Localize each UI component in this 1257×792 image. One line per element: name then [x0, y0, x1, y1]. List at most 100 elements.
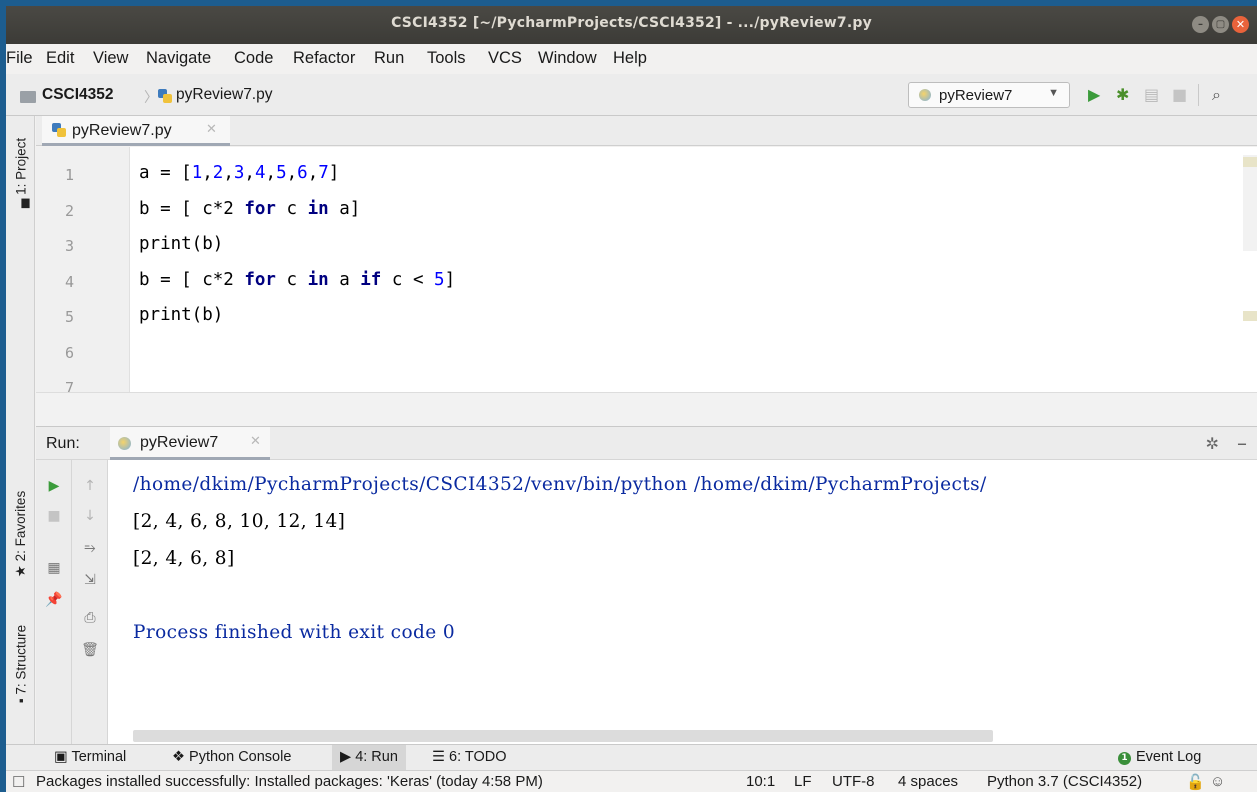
- menu-help[interactable]: Help: [613, 49, 647, 68]
- hide-panel-icon[interactable]: –: [1237, 431, 1247, 455]
- line-number: 3: [64, 237, 74, 255]
- print-icon[interactable]: ⎙: [72, 610, 108, 626]
- run-icon[interactable]: ▶: [1088, 86, 1100, 104]
- run-console[interactable]: /home/dkim/PycharmProjects/CSCI4352/venv…: [108, 460, 1257, 744]
- stop-icon[interactable]: ■: [1172, 86, 1187, 104]
- line-number: 5: [64, 308, 74, 326]
- menu-tools[interactable]: Tools: [427, 49, 466, 68]
- menu-window[interactable]: Window: [538, 49, 597, 68]
- favorites-tool-label: 2: Favorites: [12, 490, 28, 562]
- run-toolbar-primary: ▶ ■ ▦ 📌: [36, 460, 72, 744]
- project-tool-tab[interactable]: ▄ 1: Project: [6, 118, 35, 228]
- folder-icon: [20, 91, 36, 103]
- console-command-line: /home/dkim/PycharmProjects/CSCI4352/venv…: [133, 474, 987, 495]
- breadcrumb-project[interactable]: CSCI4352: [42, 86, 114, 104]
- project-tool-label: 1: Project: [13, 137, 28, 195]
- chevron-down-icon: ▼: [1048, 87, 1059, 99]
- terminal-tab-label: Terminal: [71, 749, 127, 765]
- minimize-button[interactable]: –: [1192, 16, 1209, 33]
- line-number: 2: [64, 202, 74, 220]
- editor-tab-pyreview7[interactable]: pyReview7.py ✕: [42, 116, 230, 146]
- lock-icon[interactable]: 🔓: [1186, 773, 1205, 791]
- menu-run[interactable]: Run: [374, 49, 404, 68]
- editor-tab-label: pyReview7.py: [72, 122, 172, 139]
- restore-layout-icon[interactable]: ▦: [36, 560, 72, 576]
- editor-footer: [36, 392, 1257, 426]
- soft-wrap-icon[interactable]: ⥱: [72, 540, 108, 556]
- pin-tab-icon[interactable]: 📌: [36, 592, 72, 608]
- error-stripe-marker[interactable]: [1243, 157, 1257, 167]
- menu-navigate[interactable]: Navigate: [146, 49, 211, 68]
- console-output-line: [2, 4, 6, 8]: [133, 548, 235, 569]
- gear-icon[interactable]: ✲: [1206, 434, 1219, 453]
- toggle-tool-windows-icon[interactable]: ☐: [12, 773, 25, 791]
- code-line-2: b = [ c*2 for c in a]: [139, 199, 361, 219]
- python-run-config-icon: [919, 89, 931, 101]
- search-icon[interactable]: ⌕: [1212, 86, 1221, 104]
- line-separator[interactable]: LF: [794, 773, 812, 790]
- pycharm-window: CSCI4352 [~/PycharmProjects/CSCI4352] - …: [6, 6, 1257, 792]
- menu-view[interactable]: View: [93, 49, 128, 68]
- line-number-gutter: 1 2 3 4 5 6 7: [36, 147, 130, 392]
- todo-tab[interactable]: ☰ 6: TODO: [432, 749, 507, 765]
- inspector-icon[interactable]: ☺: [1210, 773, 1225, 790]
- breadcrumb-separator: 〉: [144, 90, 158, 106]
- console-horizontal-scrollbar[interactable]: [133, 730, 993, 742]
- close-tab-icon[interactable]: ✕: [206, 122, 217, 137]
- left-tool-strip: ▄ 1: Project ★ 2: Favorites ▪ 7: Structu…: [6, 116, 35, 744]
- event-log-icon: 1: [1118, 752, 1131, 765]
- breadcrumb-file[interactable]: pyReview7.py: [176, 86, 273, 104]
- python-run-config-icon: [118, 437, 131, 450]
- run-tab-label: pyReview7: [140, 434, 219, 451]
- code-line-1: a = [1,2,3,4,5,6,7]: [139, 163, 340, 183]
- line-number: 4: [64, 273, 74, 291]
- menu-refactor[interactable]: Refactor: [293, 49, 355, 68]
- event-log-label: Event Log: [1136, 749, 1202, 765]
- run-panel-header: Run: pyReview7 ✕ ✲ –: [36, 426, 1257, 460]
- stop-icon[interactable]: ■: [36, 508, 72, 524]
- close-button[interactable]: ✕: [1232, 16, 1249, 33]
- menu-code[interactable]: Code: [234, 49, 273, 68]
- down-arrow-icon[interactable]: ↓: [72, 508, 108, 524]
- code-line-5: print(b): [139, 305, 224, 325]
- close-tab-icon[interactable]: ✕: [250, 434, 261, 449]
- debug-icon[interactable]: ✱: [1116, 86, 1129, 104]
- indent-setting[interactable]: 4 spaces: [898, 773, 958, 790]
- run-tool-tab[interactable]: ▶ 4: Run: [332, 745, 406, 770]
- trash-icon[interactable]: 🗑: [72, 642, 108, 658]
- run-with-coverage-icon[interactable]: ▤: [1144, 86, 1159, 104]
- code-line-3: print(b): [139, 234, 224, 254]
- status-message[interactable]: Packages installed successfully: Install…: [36, 773, 543, 790]
- toolbar-divider: [1198, 84, 1199, 106]
- todo-tab-label: 6: TODO: [449, 749, 507, 765]
- file-encoding[interactable]: UTF-8: [832, 773, 875, 790]
- scroll-to-end-icon[interactable]: ⇲: [72, 572, 108, 588]
- up-arrow-icon[interactable]: ↑: [72, 478, 108, 494]
- structure-tool-label: 7: Structure: [13, 624, 28, 695]
- menu-edit[interactable]: Edit: [46, 49, 74, 68]
- python-console-tab[interactable]: ❖ Python Console: [172, 749, 291, 765]
- run-configuration-select[interactable]: pyReview7 ▼: [908, 82, 1070, 108]
- event-log-tab[interactable]: Event Log: [1136, 749, 1201, 765]
- console-exit-message: Process finished with exit code 0: [133, 622, 456, 643]
- run-toolbar-secondary: ↑ ↓ ⥱ ⇲ ⎙ 🗑: [72, 460, 108, 744]
- run-panel-label: Run:: [46, 435, 80, 452]
- menu-vcs[interactable]: VCS: [488, 49, 522, 68]
- terminal-tab[interactable]: ▣ Terminal: [54, 749, 126, 765]
- structure-tool-tab[interactable]: ▪ 7: Structure: [6, 594, 35, 734]
- favorites-tool-tab[interactable]: ★ 2: Favorites: [6, 464, 35, 604]
- maximize-button[interactable]: ▢: [1212, 16, 1229, 33]
- rerun-icon[interactable]: ▶: [36, 478, 72, 494]
- status-bar: ☐ Packages installed successfully: Insta…: [6, 770, 1257, 792]
- error-stripe-marker[interactable]: [1243, 311, 1257, 321]
- caret-position[interactable]: 10:1: [746, 773, 775, 790]
- editor-scrollbar[interactable]: [1243, 155, 1257, 251]
- python-file-icon: [52, 123, 66, 137]
- menu-file[interactable]: File: [6, 49, 33, 68]
- run-tool-tab-label: 4: Run: [355, 749, 398, 765]
- run-tab-pyreview7[interactable]: pyReview7 ✕: [110, 427, 270, 460]
- line-number: 6: [64, 344, 74, 362]
- code-editor[interactable]: 1 2 3 4 5 6 7 a = [1,2,3,4,5,6,7] b = [ …: [36, 147, 1257, 392]
- python-interpreter[interactable]: Python 3.7 (CSCI4352): [987, 773, 1142, 790]
- window-title: CSCI4352 [~/PycharmProjects/CSCI4352] - …: [391, 15, 872, 31]
